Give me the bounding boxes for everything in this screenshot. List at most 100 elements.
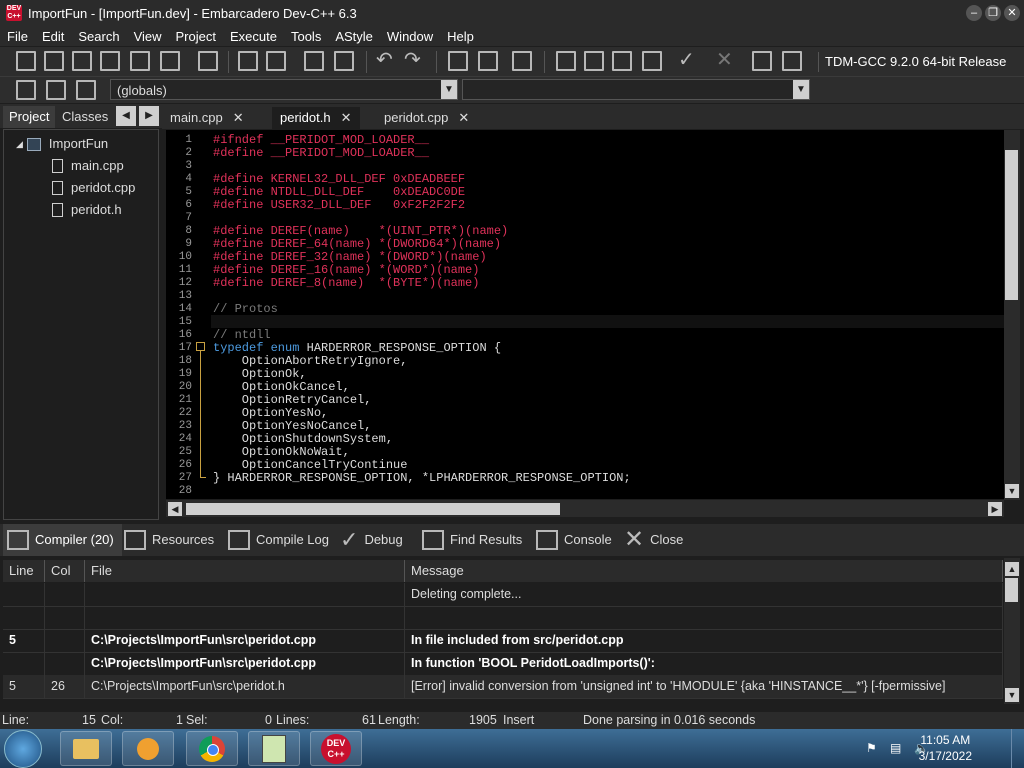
- close-icon[interactable]: ✕: [233, 110, 244, 125]
- messages-scroll-thumb[interactable]: [1005, 578, 1018, 602]
- scroll-up-icon[interactable]: ▲: [1005, 562, 1019, 576]
- column-header-col[interactable]: Col: [45, 560, 85, 582]
- show-desktop-button[interactable]: [1011, 729, 1024, 768]
- file-explorer-icon[interactable]: [60, 731, 112, 766]
- syntax-check-icon[interactable]: ✓: [678, 50, 698, 71]
- menu-astyle[interactable]: AStyle: [328, 29, 380, 44]
- menu-search[interactable]: Search: [71, 29, 126, 44]
- minimize-button[interactable]: ‒: [966, 5, 982, 21]
- function-select[interactable]: ▼: [462, 79, 810, 100]
- project-options-icon[interactable]: [512, 51, 532, 71]
- close-icon[interactable]: ✕: [458, 110, 469, 125]
- open-file-icon[interactable]: [44, 51, 64, 71]
- scroll-down-icon[interactable]: ▼: [1005, 484, 1019, 498]
- message-row[interactable]: 5 26 C:\Projects\ImportFun\src\peridot.h [E…: [3, 675, 1003, 699]
- dev-cpp-taskbar-icon[interactable]: DEV C++: [310, 731, 362, 766]
- toggle-bookmark-icon[interactable]: [46, 80, 66, 100]
- redo-icon[interactable]: ↷: [404, 50, 424, 71]
- tab-console[interactable]: Console: [536, 524, 612, 556]
- close-window-button[interactable]: ✕: [1004, 5, 1020, 21]
- menu-help[interactable]: Help: [440, 29, 481, 44]
- tree-project-node[interactable]: ◢ ImportFun: [16, 134, 108, 154]
- unindent-icon[interactable]: [334, 51, 354, 71]
- message-row[interactable]: C:\Projects\ImportFun\src\peridot.cpp In …: [3, 652, 1003, 676]
- column-header-message[interactable]: Message: [405, 560, 1003, 582]
- stop-execution-icon[interactable]: ✕: [716, 50, 736, 71]
- tab-debug[interactable]: ✓ Debug: [340, 524, 403, 556]
- media-player-icon[interactable]: [122, 731, 174, 766]
- chevron-down-icon[interactable]: ▼: [441, 80, 457, 99]
- editor-tab-main-cpp[interactable]: main.cpp ✕: [162, 107, 252, 129]
- print-icon[interactable]: [198, 51, 218, 71]
- remove-from-project-icon[interactable]: [478, 51, 498, 71]
- restore-button[interactable]: ❐: [985, 5, 1001, 21]
- menu-view[interactable]: View: [127, 29, 169, 44]
- tab-compile-log[interactable]: Compile Log: [228, 524, 329, 556]
- tree-file-item[interactable]: peridot.h: [52, 200, 122, 220]
- compile-run-icon[interactable]: [612, 51, 632, 71]
- tab-classes[interactable]: Classes: [56, 106, 114, 128]
- close-file-icon[interactable]: [130, 51, 150, 71]
- editor-tab-peridot-cpp[interactable]: peridot.cpp ✕: [376, 107, 477, 129]
- scroll-right-icon[interactable]: ▶: [988, 502, 1002, 516]
- editor-tab-peridot-h[interactable]: peridot.h ✕: [272, 107, 360, 129]
- menu-edit[interactable]: Edit: [35, 29, 71, 44]
- chevron-down-icon[interactable]: ▼: [793, 80, 809, 99]
- profile-icon[interactable]: [752, 51, 772, 71]
- scroll-down-icon[interactable]: ▼: [1005, 688, 1019, 702]
- message-row[interactable]: Deleting complete...: [3, 583, 1003, 607]
- code-editor[interactable]: 1 2 3 4 5 6 7 8 9 10 11 12 13 14 15 16 17 18 19 20 21 22 23 24 2…: [166, 130, 1004, 499]
- editor-vertical-scroll-thumb[interactable]: [1005, 150, 1018, 300]
- add-to-project-icon[interactable]: [448, 51, 468, 71]
- editor-horizontal-scrollbar[interactable]: ◀ ▶: [166, 500, 1004, 517]
- menu-tools[interactable]: Tools: [284, 29, 328, 44]
- new-file-icon[interactable]: [16, 51, 36, 71]
- find-icon[interactable]: [238, 51, 258, 71]
- menu-execute[interactable]: Execute: [223, 29, 284, 44]
- message-row[interactable]: [3, 606, 1003, 630]
- compile-icon[interactable]: [556, 51, 576, 71]
- expand-arrow-icon[interactable]: ◢: [16, 134, 23, 154]
- start-button[interactable]: [4, 730, 42, 768]
- tab-resources[interactable]: Resources: [124, 524, 214, 556]
- save-all-icon[interactable]: [100, 51, 120, 71]
- chrome-icon[interactable]: [186, 731, 238, 766]
- action-center-icon[interactable]: ⚑: [866, 741, 880, 755]
- editor-horizontal-scroll-thumb[interactable]: [186, 503, 560, 515]
- save-icon[interactable]: [72, 51, 92, 71]
- compiler-select[interactable]: TDM-GCC 9.2.0 64-bit Release: [818, 52, 1024, 72]
- editor-vertical-scrollbar[interactable]: ▼: [1004, 130, 1020, 500]
- network-icon[interactable]: ▤: [890, 741, 904, 755]
- goto-bookmark-icon[interactable]: [76, 80, 96, 100]
- tab-close[interactable]: ✕ Close: [624, 524, 683, 556]
- system-clock[interactable]: 11:05 AM 3/17/2022: [919, 732, 972, 764]
- scope-select[interactable]: (globals) ▼: [110, 79, 458, 100]
- scroll-left-icon[interactable]: ◀: [168, 502, 182, 516]
- close-icon[interactable]: ✕: [341, 110, 352, 125]
- tab-compiler[interactable]: Compiler (20): [3, 524, 122, 556]
- line-number: 25: [178, 446, 192, 458]
- close-all-icon[interactable]: [160, 51, 180, 71]
- tree-file-item[interactable]: main.cpp: [52, 156, 124, 176]
- fold-toggle-icon[interactable]: [196, 342, 205, 351]
- tab-project[interactable]: Project: [3, 106, 56, 128]
- goto-line-icon[interactable]: [16, 80, 36, 100]
- run-icon[interactable]: [584, 51, 604, 71]
- replace-icon[interactable]: [266, 51, 286, 71]
- indent-icon[interactable]: [304, 51, 324, 71]
- delete-profile-icon[interactable]: [782, 51, 802, 71]
- rebuild-icon[interactable]: [642, 51, 662, 71]
- undo-icon[interactable]: ↶: [376, 50, 396, 71]
- menu-file[interactable]: File: [0, 29, 35, 44]
- messages-vertical-scrollbar[interactable]: ▲ ▼: [1004, 558, 1020, 704]
- chevron-right-icon[interactable]: ▶: [139, 106, 159, 126]
- message-row[interactable]: 5 C:\Projects\ImportFun\src\peridot.cpp In…: [3, 629, 1003, 653]
- notepad-icon[interactable]: [248, 731, 300, 766]
- tree-file-item[interactable]: peridot.cpp: [52, 178, 135, 198]
- menu-window[interactable]: Window: [380, 29, 440, 44]
- menu-project[interactable]: Project: [169, 29, 223, 44]
- tab-find-results[interactable]: Find Results: [422, 524, 522, 556]
- chevron-left-icon[interactable]: ◀: [116, 106, 136, 126]
- column-header-file[interactable]: File: [85, 560, 405, 582]
- column-header-line[interactable]: Line: [3, 560, 45, 582]
